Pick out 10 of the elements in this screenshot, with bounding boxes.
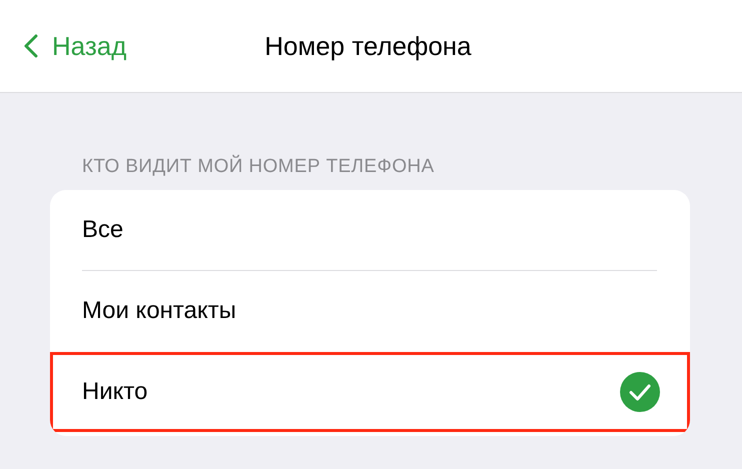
chevron-left-icon xyxy=(24,34,38,58)
option-label: Мои контакты xyxy=(82,297,236,325)
checkmark-icon xyxy=(620,372,660,412)
option-label: Никто xyxy=(82,378,148,406)
option-row[interactable]: Никто xyxy=(50,352,690,432)
screen-title: Номер телефона xyxy=(264,30,472,60)
section-header: КТО ВИДИТ МОЙ НОМЕР ТЕЛЕФОНА xyxy=(82,156,436,178)
option-label: Все xyxy=(82,216,124,244)
option-row[interactable]: Все xyxy=(50,190,690,270)
option-row[interactable]: Мои контакты xyxy=(50,271,690,351)
